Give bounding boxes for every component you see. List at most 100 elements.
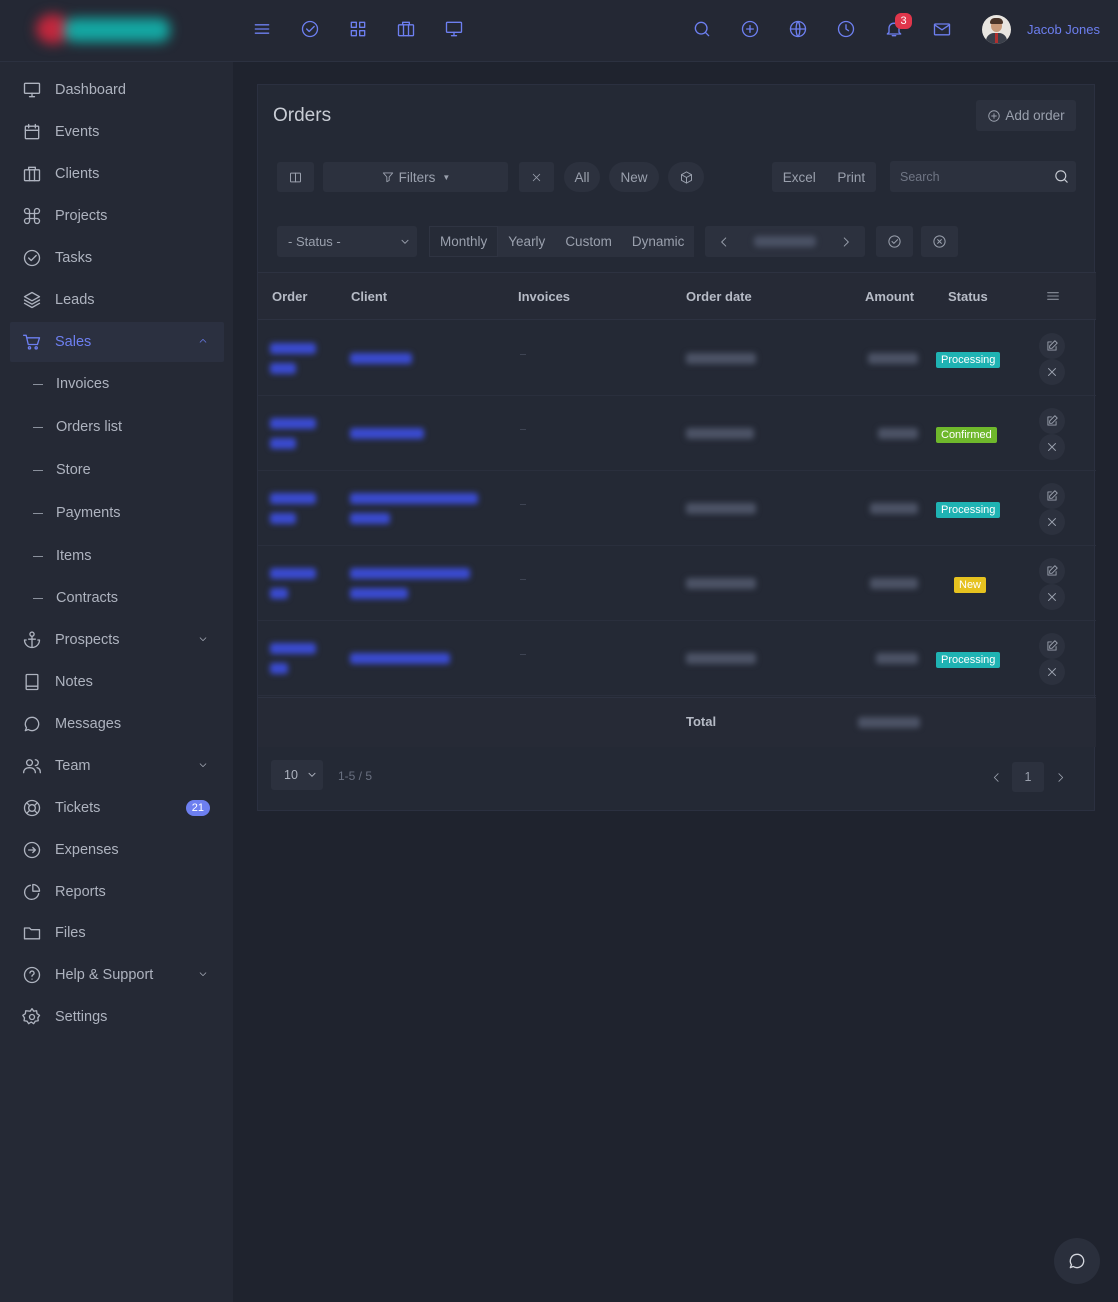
globe-icon[interactable] xyxy=(788,19,808,39)
client-link[interactable] xyxy=(350,428,424,439)
check-circle-icon[interactable] xyxy=(300,19,320,39)
sidebar-item-invoices[interactable]: Invoices xyxy=(10,364,224,404)
page-size-select[interactable]: 10 xyxy=(271,760,323,790)
tab-dynamic[interactable]: Dynamic xyxy=(621,226,695,257)
delete-button[interactable] xyxy=(1039,659,1065,685)
sidebar-item-projects[interactable]: Projects xyxy=(10,196,224,236)
sidebar-item-files[interactable]: Files xyxy=(10,913,224,953)
order-id-link[interactable] xyxy=(270,418,316,429)
excel-button[interactable]: Excel xyxy=(783,170,816,185)
order-id-link-line2[interactable] xyxy=(270,363,296,374)
delete-button[interactable] xyxy=(1039,509,1065,535)
sidebar-item-prospects[interactable]: Prospects xyxy=(10,620,224,660)
order-id-link-line2[interactable] xyxy=(270,588,288,599)
client-link[interactable] xyxy=(350,353,412,364)
client-link[interactable] xyxy=(350,493,478,504)
sidebar-item-clients[interactable]: Clients xyxy=(10,154,224,194)
sidebar-item-leads[interactable]: Leads xyxy=(10,280,224,320)
sidebar-item-tickets[interactable]: Tickets 21 xyxy=(10,788,224,828)
mail-icon[interactable] xyxy=(932,19,952,39)
status-select[interactable]: - Status - xyxy=(277,226,417,257)
add-order-button[interactable]: Add order xyxy=(976,100,1076,131)
tab-monthly[interactable]: Monthly xyxy=(429,226,499,257)
menu-icon[interactable] xyxy=(252,19,272,39)
column-header-order-date[interactable]: Order date xyxy=(686,289,752,304)
filter-all-button[interactable]: All xyxy=(564,162,600,192)
briefcase-icon[interactable] xyxy=(396,19,416,39)
column-header-invoices[interactable]: Invoices xyxy=(518,289,570,304)
order-id-link-line2[interactable] xyxy=(270,438,296,449)
sidebar-item-expenses[interactable]: Expenses xyxy=(10,830,224,870)
page-number-button[interactable]: 1 xyxy=(1012,762,1044,792)
client-link-line2[interactable] xyxy=(350,513,390,524)
client-link[interactable] xyxy=(350,568,470,579)
sidebar-item-reports[interactable]: Reports xyxy=(10,872,224,912)
column-header-status[interactable]: Status xyxy=(948,289,988,304)
sidebar-item-contracts[interactable]: Contracts xyxy=(10,578,224,618)
edit-button[interactable] xyxy=(1039,633,1065,659)
order-id-link-line2[interactable] xyxy=(270,513,296,524)
chevron-left-icon[interactable] xyxy=(717,235,731,249)
edit-button[interactable] xyxy=(1039,483,1065,509)
client-link[interactable] xyxy=(350,653,450,664)
order-id-link[interactable] xyxy=(270,493,316,504)
notifications-button[interactable]: 3 xyxy=(884,13,912,39)
sidebar-item-items[interactable]: Items xyxy=(10,536,224,576)
sidebar-item-settings[interactable]: Settings xyxy=(10,997,224,1037)
user-menu[interactable]: Jacob Jones xyxy=(982,15,1100,44)
sidebar-item-team[interactable]: Team xyxy=(10,746,224,786)
sidebar-item-payments[interactable]: Payments xyxy=(10,493,224,533)
monitor-icon[interactable] xyxy=(444,19,464,39)
column-header-order[interactable]: Order xyxy=(272,289,307,304)
delete-button[interactable] xyxy=(1039,434,1065,460)
apply-filter-button[interactable] xyxy=(876,226,913,257)
column-header-amount[interactable]: Amount xyxy=(865,289,914,304)
next-page-button[interactable] xyxy=(1044,762,1076,792)
filter-new-button[interactable]: New xyxy=(609,162,659,192)
chevron-right-icon[interactable] xyxy=(839,235,853,249)
sidebar-item-dashboard[interactable]: Dashboard xyxy=(10,70,224,110)
plus-circle-icon[interactable] xyxy=(740,19,760,39)
reset-filter-button[interactable] xyxy=(921,226,958,257)
sidebar-item-events[interactable]: Events xyxy=(10,112,224,152)
tab-custom[interactable]: Custom xyxy=(555,226,622,257)
sidebar-item-notes[interactable]: Notes xyxy=(10,662,224,702)
order-id-link[interactable] xyxy=(270,568,316,579)
edit-button[interactable] xyxy=(1039,408,1065,434)
tab-yearly[interactable]: Yearly xyxy=(498,226,556,257)
search-input[interactable]: Search xyxy=(890,161,1076,192)
delete-button[interactable] xyxy=(1039,584,1065,610)
order-id-link-line2[interactable] xyxy=(270,663,288,674)
sidebar-item-tasks[interactable]: Tasks xyxy=(10,238,224,278)
print-button[interactable]: Print xyxy=(837,170,865,185)
delete-button[interactable] xyxy=(1039,359,1065,385)
sidebar-item-help-support[interactable]: Help & Support xyxy=(10,955,224,995)
column-menu-icon[interactable] xyxy=(1045,288,1061,304)
chat-button[interactable] xyxy=(1054,1238,1100,1284)
clear-filter-button[interactable] xyxy=(519,162,554,192)
columns-toggle-button[interactable] xyxy=(277,162,314,192)
package-filter-button[interactable] xyxy=(668,162,704,192)
arrow-circle-icon xyxy=(22,840,55,860)
app-logo[interactable] xyxy=(34,8,174,52)
column-header-client[interactable]: Client xyxy=(351,289,387,304)
order-id-link[interactable] xyxy=(270,643,316,654)
sidebar-item-messages[interactable]: Messages xyxy=(10,704,224,744)
client-link-line2[interactable] xyxy=(350,588,408,599)
order-id-link[interactable] xyxy=(270,343,316,354)
briefcase-icon xyxy=(22,164,55,184)
sidebar-item-orders-list[interactable]: Orders list xyxy=(10,407,224,447)
orders-card: Orders Add order Filters ▼ All New Excel… xyxy=(257,84,1096,811)
search-icon[interactable] xyxy=(692,19,712,39)
previous-page-button[interactable] xyxy=(980,762,1012,792)
sidebar-item-store[interactable]: Store xyxy=(10,450,224,490)
filters-dropdown[interactable]: Filters ▼ xyxy=(323,162,508,192)
search-icon[interactable] xyxy=(1053,168,1070,185)
clock-icon[interactable] xyxy=(836,19,856,39)
grid-icon[interactable] xyxy=(348,19,368,39)
edit-button[interactable] xyxy=(1039,333,1065,359)
cart-icon xyxy=(22,332,55,352)
sidebar-item-sales[interactable]: Sales xyxy=(10,322,224,362)
sidebar-item-label: Invoices xyxy=(56,376,110,392)
edit-button[interactable] xyxy=(1039,558,1065,584)
